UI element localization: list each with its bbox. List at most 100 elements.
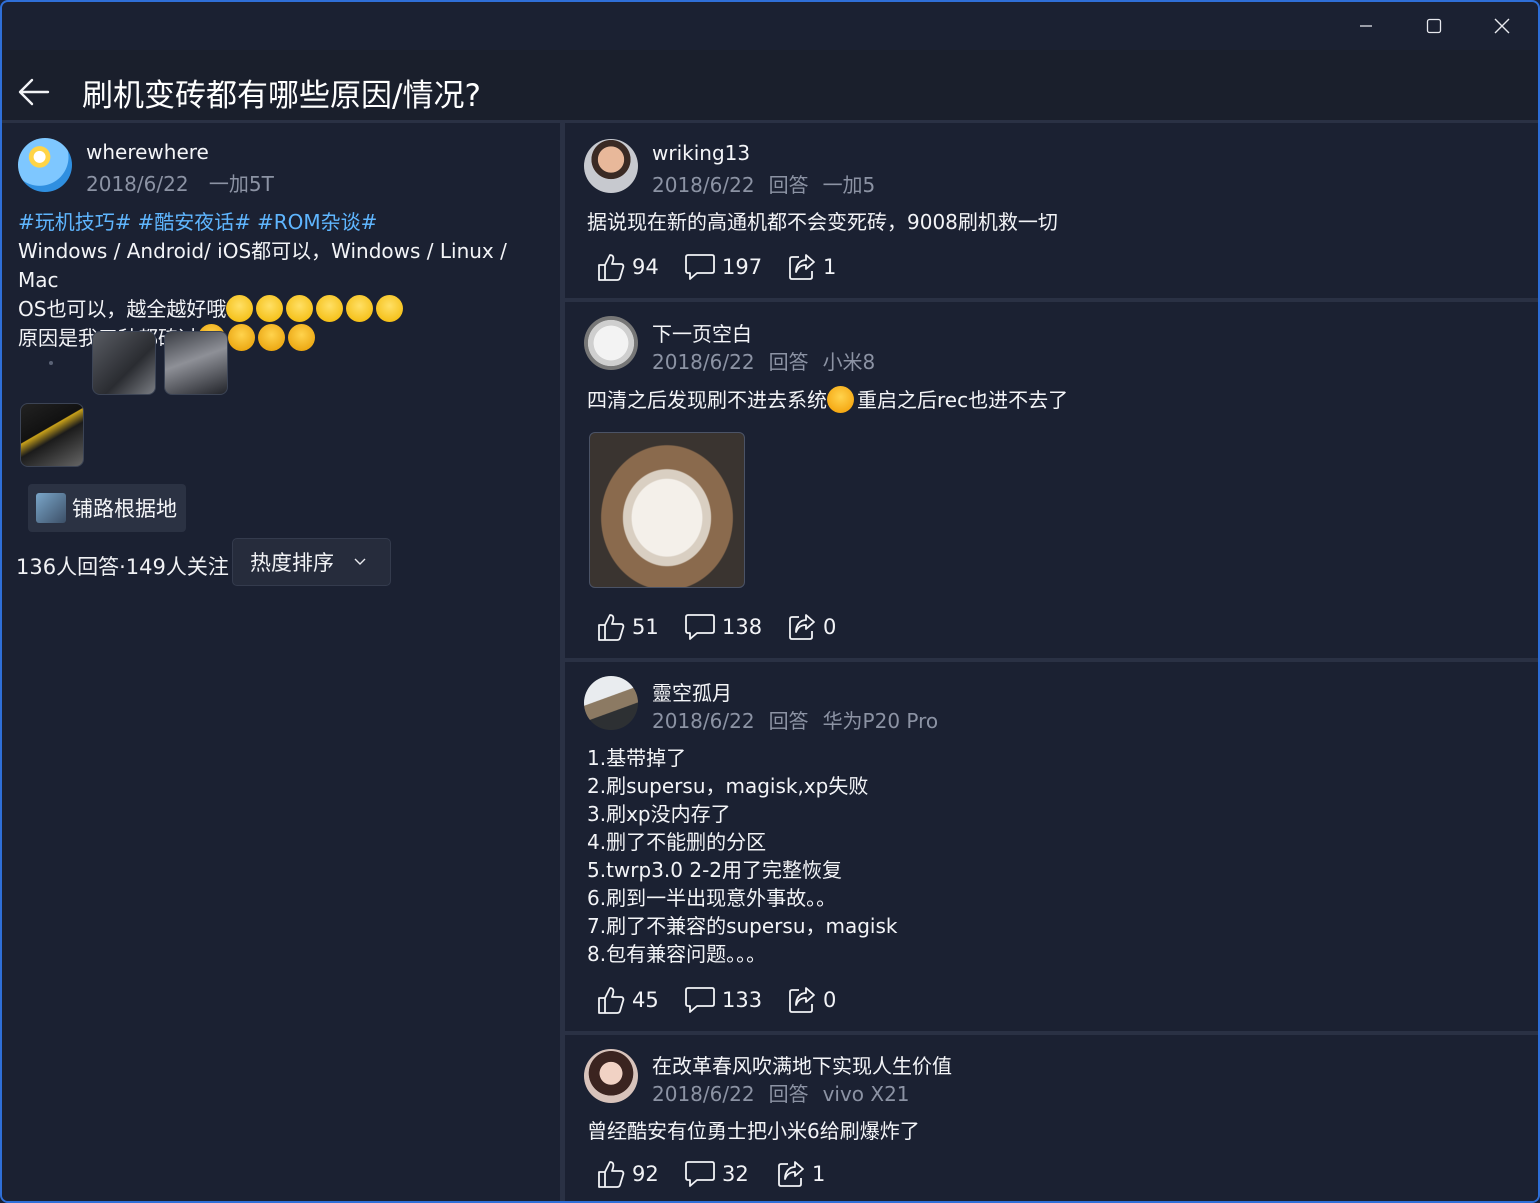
like-count: 92 <box>632 1162 659 1186</box>
answer-card[interactable]: wriking13 2018/6/22 回答 一加5 据说现在新的高通机都不会变死砖… <box>565 124 1538 298</box>
tag-link[interactable]: #ROM杂谈# <box>257 210 377 234</box>
question-device: 一加5T <box>208 172 274 196</box>
share-count: 1 <box>812 1162 826 1186</box>
comment-icon <box>685 614 715 640</box>
answer-text: 四清之后发现刷不进去系统 重启之后rec也进不去了 <box>587 386 1069 413</box>
body-line: OS也可以，越全越好哦 <box>18 295 548 324</box>
page-header: 刷机变砖都有哪些原因/情况? <box>2 50 1538 122</box>
topic-label: 铺路根据地 <box>72 497 177 521</box>
avatar[interactable] <box>584 139 638 193</box>
answer-author[interactable]: 靈空孤月 <box>652 677 732 706</box>
question-pane: wherewhere 2018/6/22 一加5T #玩机技巧# #酷安夜话# #R… <box>2 124 560 1201</box>
comment-icon <box>685 987 715 1013</box>
maximize-button[interactable] <box>1400 2 1468 50</box>
loading-dot <box>49 361 53 365</box>
wow-emoji-icon <box>827 386 854 413</box>
comment-count: 138 <box>722 615 763 639</box>
answer-card[interactable]: 在改革春风吹满地下实现人生价值 2018/6/22 回答 vivo X21 曾经酷安… <box>565 1035 1538 1201</box>
comment-count: 197 <box>722 255 763 279</box>
cool-emoji-icon <box>258 324 285 351</box>
header-divider <box>2 120 1538 123</box>
answer-card[interactable]: 靈空孤月 2018/6/22 回答 华为P20 Pro 1.基带掉了 2.刷supe… <box>565 662 1538 1031</box>
body-line: Windows / Android/ iOS都可以，Windows / Linu… <box>18 239 507 292</box>
tag-link[interactable]: #酷安夜话# <box>138 210 252 234</box>
like-button[interactable]: 51 <box>596 610 659 644</box>
avatar[interactable] <box>584 676 638 730</box>
cool-emoji-icon <box>288 324 315 351</box>
answer-text: 1.基带掉了 2.刷supersu，magisk,xp失败 3.刷xp没内存了 … <box>587 746 898 966</box>
image-thumbnail[interactable] <box>92 331 156 395</box>
answer-meta: 2018/6/22 回答 一加5 <box>652 173 876 197</box>
answer-meta: 2018/6/22 回答 华为P20 Pro <box>652 709 939 733</box>
avatar[interactable] <box>584 1049 638 1103</box>
topic-icon <box>36 493 66 523</box>
avatar[interactable] <box>18 138 72 192</box>
share-button[interactable]: 0 <box>787 610 836 644</box>
comment-button[interactable]: 197 <box>684 250 762 284</box>
laugh-emoji-icon <box>226 295 254 322</box>
answer-author[interactable]: 下一页空白 <box>652 318 752 347</box>
laugh-emoji-icon <box>376 295 404 322</box>
like-button[interactable]: 45 <box>596 983 659 1017</box>
laugh-emoji-icon <box>256 295 284 322</box>
thumbs-up-icon <box>598 254 625 281</box>
share-icon <box>789 254 815 280</box>
share-icon <box>789 614 815 640</box>
thumbs-up-icon <box>598 614 625 641</box>
comment-button[interactable]: 32 <box>684 1157 749 1191</box>
share-icon <box>789 987 815 1013</box>
share-button[interactable]: 1 <box>776 1157 825 1191</box>
share-icon <box>778 1161 804 1187</box>
share-count: 1 <box>823 255 837 279</box>
like-count: 51 <box>632 615 659 639</box>
thumbs-up-icon <box>598 987 625 1014</box>
share-count: 0 <box>823 615 837 639</box>
question-date: 2018/6/22 <box>86 172 189 196</box>
topic-chip[interactable]: 铺路根据地 <box>28 484 186 532</box>
laugh-emoji-icon <box>286 295 314 322</box>
answer-text: 据说现在新的高通机都不会变死砖，9008刷机救一切 <box>587 210 1058 234</box>
answer-text: 曾经酷安有位勇士把小米6给刷爆炸了 <box>587 1119 920 1143</box>
tag-link[interactable]: #玩机技巧# <box>18 210 132 234</box>
comment-count: 32 <box>722 1162 749 1186</box>
chevron-down-icon <box>354 558 366 565</box>
laugh-emoji-icon <box>346 295 374 322</box>
answer-image[interactable] <box>589 432 745 588</box>
share-button[interactable]: 0 <box>787 983 836 1017</box>
back-button[interactable] <box>12 70 56 114</box>
sort-dropdown[interactable]: 热度排序 <box>232 538 391 586</box>
close-button[interactable] <box>1468 2 1536 50</box>
answer-meta: 2018/6/22 回答 vivo X21 <box>652 1082 910 1106</box>
share-count: 0 <box>823 988 837 1012</box>
comment-count: 133 <box>722 988 763 1012</box>
question-meta: 2018/6/22 一加5T <box>86 168 274 197</box>
comment-button[interactable]: 133 <box>684 983 762 1017</box>
answer-author[interactable]: 在改革春风吹满地下实现人生价值 <box>652 1050 952 1079</box>
like-button[interactable]: 94 <box>596 250 659 284</box>
image-thumbnail[interactable] <box>164 331 228 395</box>
minimize-icon <box>1360 25 1372 27</box>
avatar[interactable] <box>584 316 638 370</box>
comment-icon <box>685 1161 715 1187</box>
answers-pane: wriking13 2018/6/22 回答 一加5 据说现在新的高通机都不会变死砖… <box>565 124 1538 1201</box>
sort-label: 热度排序 <box>250 551 334 575</box>
thumbs-up-icon <box>598 1161 625 1188</box>
comment-icon <box>685 254 715 280</box>
like-count: 94 <box>632 255 659 279</box>
share-button[interactable]: 1 <box>787 250 836 284</box>
close-icon <box>1494 18 1510 34</box>
app-window: 刷机变砖都有哪些原因/情况? wherewhere 2018/6/22 一加5T… <box>0 0 1540 1203</box>
like-count: 45 <box>632 988 659 1012</box>
question-author[interactable]: wherewhere <box>86 140 209 164</box>
cool-emoji-icon <box>228 324 255 351</box>
answer-author[interactable]: wriking13 <box>652 141 750 165</box>
comment-button[interactable]: 138 <box>684 610 762 644</box>
back-arrow-icon <box>18 78 50 106</box>
image-thumbnail[interactable] <box>20 403 84 467</box>
laugh-emoji-icon <box>316 295 344 322</box>
page-title: 刷机变砖都有哪些原因/情况? <box>82 78 481 114</box>
answer-card[interactable]: 下一页空白 2018/6/22 回答 小米8 四清之后发现刷不进去系统 重启之后rec… <box>565 302 1538 658</box>
like-button[interactable]: 92 <box>596 1157 659 1191</box>
minimize-button[interactable] <box>1332 2 1400 50</box>
answer-meta: 2018/6/22 回答 小米8 <box>652 350 876 374</box>
